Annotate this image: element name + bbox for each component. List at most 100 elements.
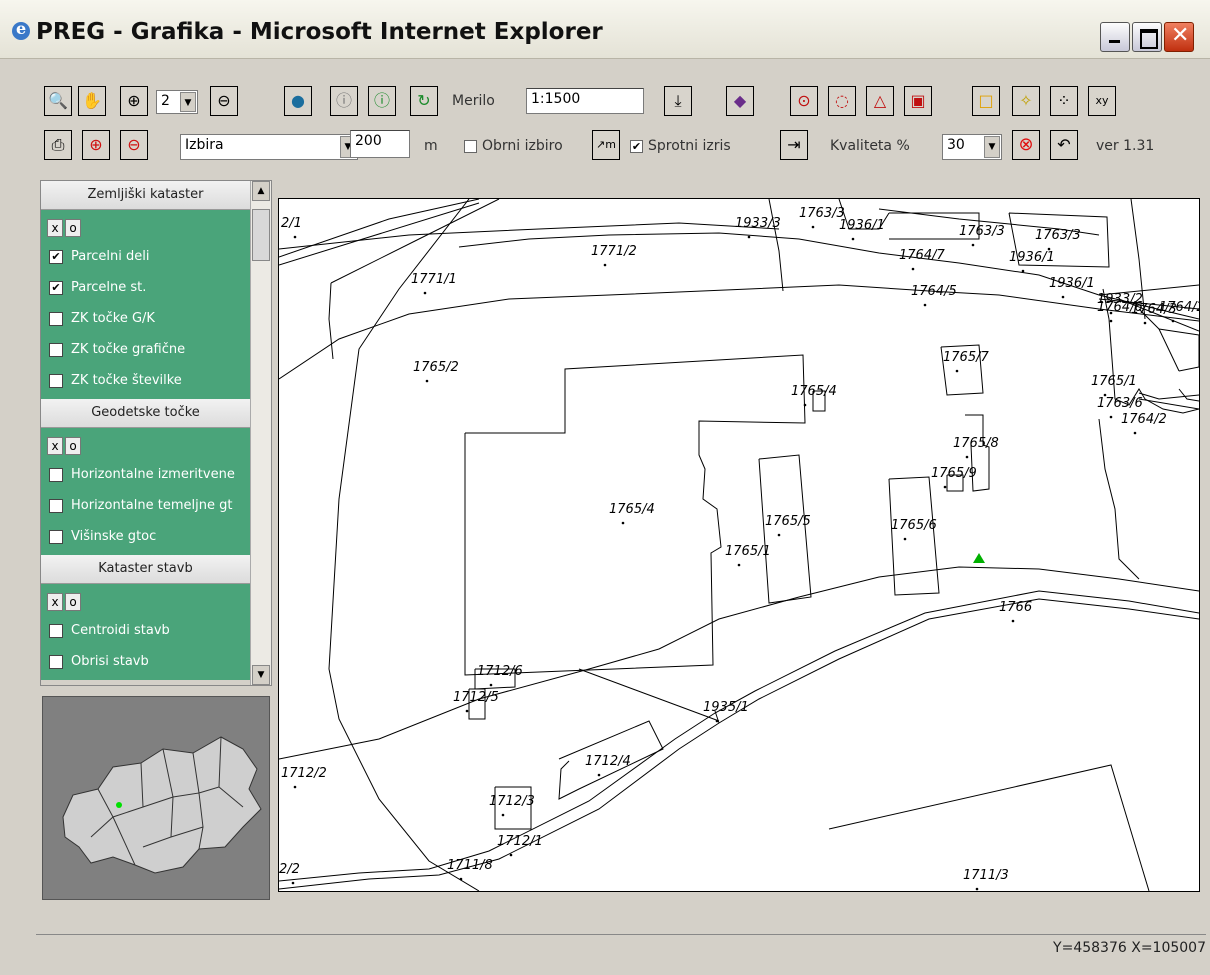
select-all-button[interactable]: o — [65, 219, 81, 237]
apply-scale-icon[interactable]: ⤓ — [664, 86, 692, 116]
overview-map[interactable] — [42, 696, 270, 900]
eraser-icon[interactable]: ◆ — [726, 86, 754, 116]
minimize-button[interactable] — [1100, 22, 1130, 52]
parcel-label: 1764/5 — [911, 284, 957, 299]
parcel-label: 1765/5 — [765, 514, 811, 529]
zoom-level-select[interactable]: 2 ▼ — [156, 90, 198, 114]
parcel-label: 1764/2 — [1159, 300, 1199, 315]
rectangle-outline-icon[interactable]: □ — [972, 86, 1000, 116]
remove-selection-icon[interactable]: ⊖ — [120, 130, 148, 160]
parcel-label: 1765/1 — [725, 544, 771, 559]
parcel-label: 1711/8 — [447, 858, 493, 873]
layer-horizontalne-temeljne[interactable]: Horizontalne temeljne gt — [41, 490, 250, 521]
clear-all-button[interactable]: x — [47, 219, 63, 237]
layer-visinske-gtoc[interactable]: Višinske gtoc — [41, 521, 250, 552]
parcel-label: 1765/2 — [413, 360, 459, 375]
layer-zk-tocke-graficne[interactable]: ZK točke grafične — [41, 334, 250, 365]
parcel-centroid-point — [715, 719, 719, 723]
layer-checkbox[interactable] — [49, 498, 63, 513]
clear-all-button[interactable]: x — [47, 593, 63, 611]
clear-all-button[interactable]: x — [47, 437, 63, 455]
select-freehand-icon[interactable]: ◌ — [828, 86, 856, 116]
parcel-centroid-point — [777, 533, 781, 537]
zoom-icon[interactable]: 🔍 — [44, 86, 72, 116]
obrni-izbiro-checkbox[interactable] — [464, 140, 477, 153]
parcel-centroid-point — [425, 379, 429, 383]
parcel-centroid-point — [293, 785, 297, 789]
layer-zk-tocke-gk[interactable]: ZK točke G/K — [41, 303, 250, 334]
parcel-centroid-point — [803, 403, 807, 407]
scroll-up-icon[interactable]: ▲ — [252, 181, 270, 201]
parcel-centroid-point — [851, 237, 855, 241]
scale-input[interactable]: 1:1500 — [526, 88, 644, 114]
parcel-label: 1771/2 — [591, 244, 637, 259]
status-bar — [36, 934, 1206, 975]
layer-checkbox[interactable]: ✔ — [49, 249, 63, 264]
layer-panel: Zemljiški kataster xo ✔ Parcelni deli ✔ Pa… — [40, 180, 272, 686]
merilo-label: Merilo — [452, 93, 495, 109]
select-all-button[interactable]: o — [65, 593, 81, 611]
layer-checkbox[interactable] — [49, 373, 63, 388]
layer-horizontalne-izmeritvene[interactable]: Horizontalne izmeritvene — [41, 459, 250, 490]
quality-select[interactable]: 30 ▼ — [942, 134, 1002, 160]
undo-icon[interactable]: ↶ — [1050, 130, 1078, 160]
select-point-icon[interactable]: ⊙ — [790, 86, 818, 116]
scroll-down-icon[interactable]: ▼ — [252, 665, 270, 685]
green-triangle-marker — [973, 553, 985, 563]
layer-checkbox[interactable] — [49, 467, 63, 482]
stop-icon[interactable]: ⊗ — [1012, 130, 1040, 160]
measure-icon[interactable]: ↗m — [592, 130, 620, 160]
parcel-centroid-point — [465, 709, 469, 713]
redraw-icon[interactable]: ⇥ — [780, 130, 808, 160]
select-all-button[interactable]: o — [65, 437, 81, 455]
layer-checkbox[interactable] — [49, 623, 63, 638]
sprotni-izris-label: Sprotni izris — [648, 138, 731, 154]
globe-icon[interactable]: ● — [284, 86, 312, 116]
panel-scrollbar[interactable]: ▲ ▼ — [250, 181, 271, 685]
info-icon[interactable]: ⓘ — [368, 86, 396, 116]
parcel-centroid-point — [621, 521, 625, 525]
maximize-button[interactable] — [1132, 22, 1162, 52]
parcel-centroid-point — [1061, 295, 1065, 299]
parcel-centroid-point — [293, 235, 297, 239]
zoom-out-icon[interactable]: ⊖ — [210, 86, 238, 116]
layer-checkbox[interactable]: ✔ — [49, 280, 63, 295]
scroll-thumb[interactable] — [252, 209, 270, 261]
layer-checkbox[interactable] — [49, 311, 63, 326]
layer-checkbox[interactable] — [49, 654, 63, 669]
sprotni-izris-checkbox[interactable]: ✔ — [630, 140, 643, 153]
layer-zk-tocke-stevilke[interactable]: ZK točke številke — [41, 365, 250, 396]
parcel-centroid-point — [737, 563, 741, 567]
layer-centroidi-stavb[interactable]: Centroidi stavb — [41, 615, 250, 646]
parcel-label: 1763/3 — [1035, 228, 1081, 243]
layer-parcelni-deli[interactable]: ✔ Parcelni deli — [41, 241, 250, 272]
close-button[interactable]: ✕ — [1164, 22, 1194, 52]
select-rectangle-icon[interactable]: ▣ — [904, 86, 932, 116]
ie-icon — [12, 19, 30, 40]
zoom-in-icon[interactable]: ⊕ — [120, 86, 148, 116]
sparkle-icon[interactable]: ⁘ — [1050, 86, 1078, 116]
layer-checkbox[interactable] — [49, 342, 63, 357]
parcel-label: 1712/3 — [489, 794, 535, 809]
cadastral-map: 2/1 1933/31763/31936/1 1763/3 1763/31771/2 1… — [279, 199, 1199, 891]
print-icon[interactable]: ⎙ — [44, 130, 72, 160]
slovenia-map-icon — [62, 736, 262, 874]
refresh-icon[interactable]: ↻ — [410, 86, 438, 116]
map-layer-icon[interactable]: ✧ — [1012, 86, 1040, 116]
select-polygon-icon[interactable]: △ — [866, 86, 894, 116]
parcel-centroid-point — [911, 267, 915, 271]
map-canvas[interactable]: 2/1 1933/3 1763/3 1936/1 1763/3 1763/3 1771/2 1… — [278, 198, 1200, 892]
layer-parcelne-st[interactable]: ✔ Parcelne st. — [41, 272, 250, 303]
layer-checkbox[interactable] — [49, 529, 63, 544]
info-grey-icon[interactable]: ⓘ — [330, 86, 358, 116]
parcel-label: 1765/4 — [609, 502, 655, 517]
parcel-centroid-point — [971, 243, 975, 247]
xy-coords-icon[interactable]: xy — [1088, 86, 1116, 116]
add-selection-icon[interactable]: ⊕ — [82, 130, 110, 160]
distance-input[interactable]: 200 — [350, 130, 410, 158]
layer-obrisi-stavb[interactable]: Obrisi stavb — [41, 646, 250, 677]
parcel-label: 1712/6 — [477, 664, 523, 679]
selection-mode-select[interactable]: Izbira ▼ — [180, 134, 358, 160]
parcel-centroid-point — [965, 455, 969, 459]
pan-hand-icon[interactable]: ✋ — [78, 86, 106, 116]
